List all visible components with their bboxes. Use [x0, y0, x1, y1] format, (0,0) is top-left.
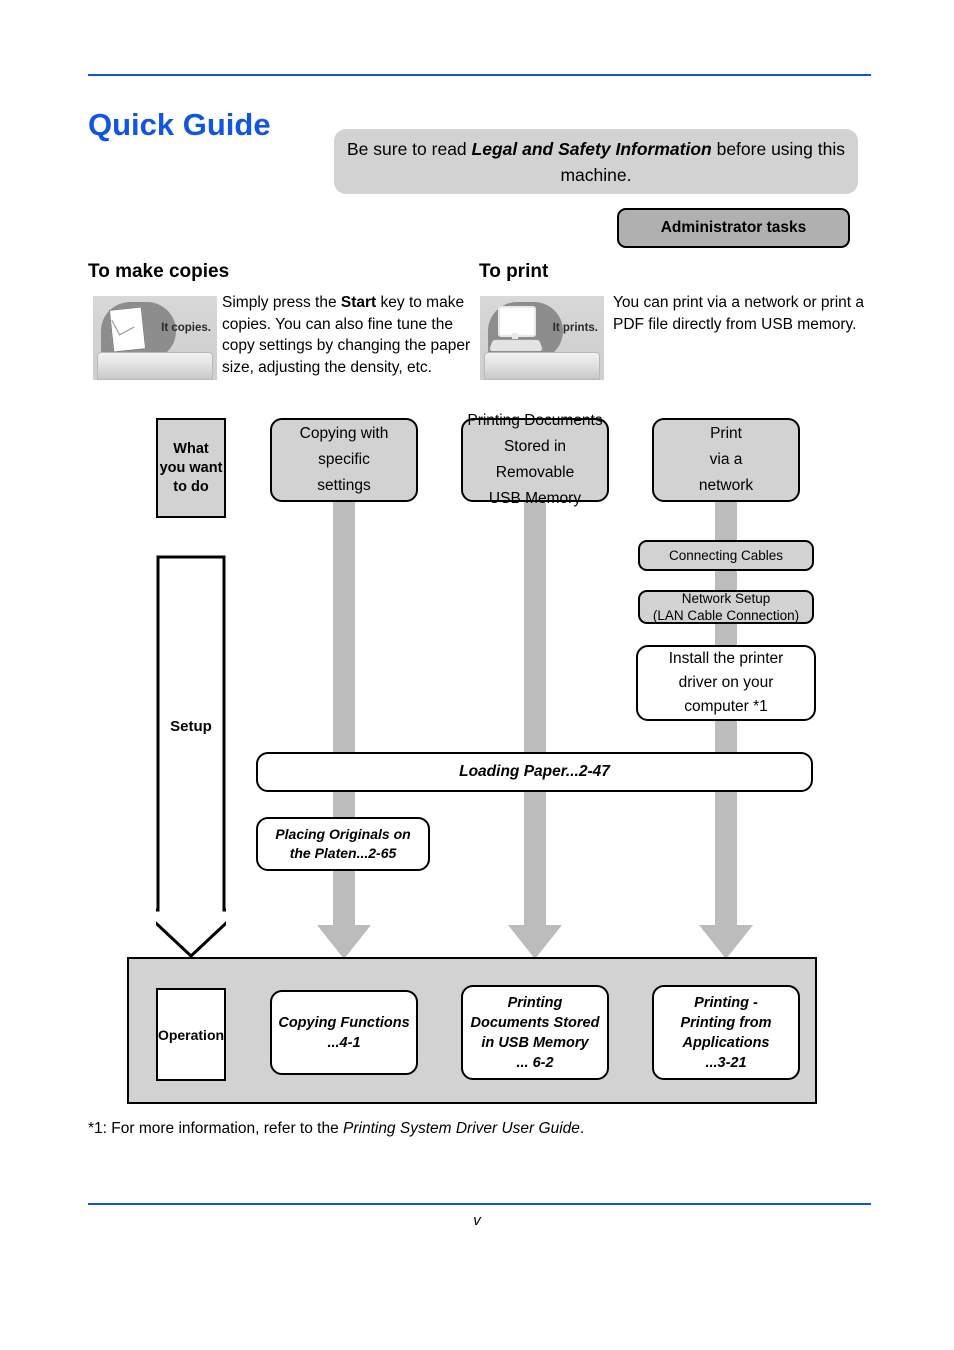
usb-line-3: USB Memory — [488, 490, 582, 507]
flow-box-placing-originals[interactable]: Placing Originals on the Platen...2-65 — [256, 817, 430, 871]
arrowhead-copying — [317, 925, 371, 959]
op-usb-line-2: Documents Stored — [470, 1014, 600, 1031]
arrowhead-usb — [508, 925, 562, 959]
op-app-line-1: Printing - — [694, 994, 758, 1011]
loading-paper-label: Loading Paper...2-47 — [459, 763, 610, 780]
flow-box-printing-documents-usb[interactable]: Printing Documents Stored in Removable U… — [461, 412, 609, 507]
flow-box-printing-documents-in-usb-memory[interactable]: Printing Documents Stored in USB Memory … — [461, 985, 609, 1080]
row-label-setup: Setup — [170, 718, 212, 735]
want-line-2: you want — [159, 459, 223, 476]
connector-copying-upper — [333, 496, 355, 758]
flow-box-print-via-network[interactable]: Print via a network — [652, 418, 800, 502]
flow-box-network-setup[interactable]: Network Setup (LAN Cable Connection) — [638, 590, 814, 624]
op-app-line-2: Printing from — [680, 1014, 772, 1031]
workflow-diagram: What you want to do Setup Copying with s… — [0, 0, 954, 1350]
footnote-suffix: . — [579, 1120, 585, 1137]
row-label-operation: Operation — [156, 988, 226, 1081]
row-label-what-you-want-to-do: What you want to do — [156, 418, 226, 518]
want-line-1: What — [173, 440, 209, 457]
op-copy-line-2: ...4-1 — [327, 1034, 361, 1051]
connector-usb-lower — [524, 786, 546, 927]
copying-line-2: specific — [318, 451, 370, 468]
op-usb-line-1: Printing — [507, 994, 563, 1011]
row-label-setup-arrow — [156, 555, 226, 958]
usb-line-1: Printing Documents — [467, 412, 603, 429]
network-setup-line-1: Network Setup — [681, 591, 771, 606]
copying-line-1: Copying with — [299, 425, 389, 442]
connecting-cables-label: Connecting Cables — [668, 548, 784, 563]
connector-network-5 — [715, 786, 737, 927]
placing-originals-line-2: the Platen...2-65 — [289, 845, 397, 861]
network-line-3: network — [698, 477, 754, 494]
footnote: *1: For more information, refer to the P… — [88, 1120, 584, 1138]
flow-box-copying-functions[interactable]: Copying Functions ...4-1 — [270, 990, 418, 1075]
install-driver-line-3: computer *1 — [684, 698, 768, 715]
footnote-emphasis: Printing System Driver User Guide — [343, 1120, 580, 1137]
install-driver-line-2: driver on your — [678, 674, 774, 691]
connector-usb-upper — [524, 496, 546, 758]
network-line-1: Print — [710, 425, 742, 442]
usb-line-2: Stored in Removable — [495, 438, 575, 481]
connector-copying-lower — [333, 865, 355, 927]
page-canvas: Quick Guide Be sure to read Legal and Sa… — [0, 0, 954, 1350]
network-line-2: via a — [709, 451, 743, 468]
op-usb-line-4: ... 6-2 — [516, 1054, 554, 1071]
network-setup-line-2: (LAN Cable Connection) — [652, 608, 800, 623]
flow-box-install-printer-driver[interactable]: Install the printer driver on your compu… — [636, 645, 816, 721]
op-app-line-4: ...3-21 — [705, 1054, 747, 1071]
flow-box-connecting-cables[interactable]: Connecting Cables — [638, 540, 814, 571]
page-number: v — [473, 1212, 481, 1229]
op-app-line-3: Applications — [682, 1034, 770, 1051]
install-driver-line-1: Install the printer — [668, 650, 784, 667]
op-usb-line-3: in USB Memory — [481, 1034, 589, 1051]
flow-box-loading-paper[interactable]: Loading Paper...2-47 — [256, 752, 813, 792]
arrowhead-network — [699, 925, 753, 959]
copying-line-3: settings — [317, 477, 371, 494]
placing-originals-line-1: Placing Originals on — [275, 826, 411, 842]
footnote-prefix: *1: For more information, refer to the — [88, 1120, 343, 1137]
want-line-3: to do — [173, 478, 209, 495]
connector-network-1 — [715, 496, 737, 546]
flow-box-copying-with-specific-settings[interactable]: Copying with specific settings — [270, 418, 418, 502]
flow-box-printing-from-applications[interactable]: Printing - Printing from Applications ..… — [652, 985, 800, 1080]
op-copy-line-1: Copying Functions — [278, 1014, 410, 1031]
